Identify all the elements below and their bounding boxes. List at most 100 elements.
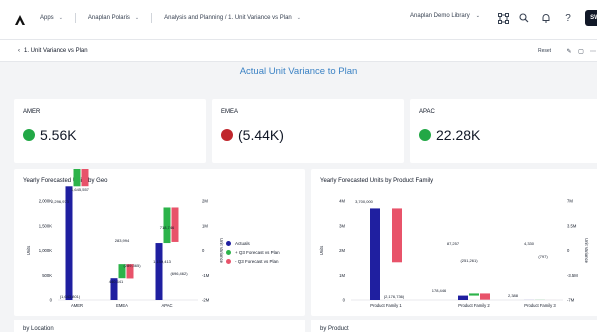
data-label: 2,296,973	[51, 199, 70, 204]
back-link[interactable]: ‹ 1. Unit Variance vs Plan	[18, 48, 88, 54]
page-title: Actual Unit Variance to Plan	[239, 66, 358, 77]
y-tick-label: 0	[343, 298, 346, 303]
data-label: 440,441	[109, 279, 124, 284]
reset-button[interactable]: Reset	[538, 48, 551, 54]
workspace-label: Anaplan Demo Library	[410, 13, 470, 19]
y-tick-label: 1,500K	[39, 223, 52, 228]
y-tick-label: 2M	[339, 248, 345, 253]
kpi-value: 5.56K	[40, 127, 77, 143]
y2-axis-label: Unit Variance	[584, 238, 589, 263]
status-dot	[23, 129, 35, 141]
search-icon[interactable]	[518, 12, 530, 24]
top-navigation-bar: Apps ⌄ Anaplan Polaris ⌄ Analysis and Plan…	[0, 0, 597, 40]
data-label: 1,645,557	[71, 187, 90, 192]
bar-negative-variance	[81, 169, 89, 187]
legend-label: + Q3 Forecast vs Plan	[235, 250, 280, 255]
chart-card-geo: Yearly Forecasted Units by Geo 0 500K 1,00…	[14, 169, 305, 316]
bar-actuals	[458, 295, 468, 300]
y2-tick-label: 3.5M	[567, 223, 577, 228]
kpi-value: 22.28K	[436, 127, 481, 143]
data-label: (1,643,801)	[60, 294, 81, 299]
data-label: (2,176,736)	[384, 294, 405, 299]
data-label: 283,994	[115, 238, 130, 243]
bar-positive-variance	[469, 293, 479, 296]
y2-tick-label: -2M	[202, 298, 210, 303]
data-label: 1,150,413	[153, 259, 172, 264]
breadcrumb[interactable]: Analysis and Planning / 1. Unit Variance…	[164, 15, 301, 21]
chart-title: by Product	[320, 326, 349, 332]
data-label: 3,700,000	[355, 199, 374, 204]
data-label: (797)	[538, 254, 548, 259]
x-tick-label: Product Family 3	[524, 303, 556, 308]
y-axis-label: Units	[319, 246, 324, 256]
bar-actuals	[370, 208, 380, 300]
legend-label: Actuals	[235, 241, 250, 246]
kpi-value: (5.44K)	[238, 127, 284, 143]
x-tick-label: EMEA	[116, 303, 128, 308]
kpi-label: AMER	[23, 109, 41, 115]
chevron-down-icon: ⌄	[475, 13, 480, 19]
y-tick-label: 0	[50, 298, 53, 303]
data-label: 2,388	[508, 293, 519, 298]
workspace-selector[interactable]: Anaplan Demo Library ⌄	[410, 13, 480, 19]
kpi-card-amer: AMER 5.56K	[14, 99, 206, 163]
y-tick-label: 4M	[339, 199, 345, 204]
bar-actuals	[155, 243, 163, 300]
divider	[74, 13, 76, 23]
edit-icon[interactable]: ✎	[565, 47, 573, 55]
y2-tick-label: 0	[202, 248, 205, 253]
data-label: 718,746	[160, 225, 175, 230]
data-label: 178,446	[432, 288, 447, 293]
kpi-card-emea: EMEA (5.44K)	[212, 99, 404, 163]
help-icon[interactable]: ?	[562, 12, 574, 24]
more-icon[interactable]: ⋯	[589, 47, 597, 55]
chart-card-product: by Product	[311, 320, 597, 332]
comment-icon[interactable]: ▢	[577, 47, 585, 55]
legend-item: Actuals	[226, 241, 280, 246]
page-name: 1. Unit Variance vs Plan	[24, 48, 88, 54]
x-tick-label: AMER	[71, 303, 83, 308]
chevron-down-icon: ⌄	[134, 15, 140, 21]
y-axis-label: Units	[26, 246, 31, 256]
breadcrumb-label: Analysis and Planning / 1. Unit Variance…	[164, 15, 292, 21]
chart-title: by Location	[23, 326, 54, 332]
bell-icon[interactable]	[540, 12, 552, 24]
apps-menu[interactable]: Apps ⌄	[40, 15, 63, 21]
y2-tick-label: -7M	[567, 298, 575, 303]
y2-tick-label: 0	[567, 248, 570, 253]
bar-negative-variance	[480, 293, 490, 300]
navigation-icon[interactable]	[497, 12, 509, 24]
page-header: ‹ 1. Unit Variance vs Plan Reset ✎ ▢ ⋯	[0, 40, 597, 62]
legend-label: - Q3 Forecast vs Plan	[235, 259, 279, 264]
chart-card-location: by Location	[14, 320, 305, 332]
polaris-label: Anaplan Polaris	[87, 15, 130, 21]
legend-item: + Q3 Forecast vs Plan	[226, 250, 280, 255]
y-tick-label: 500K	[42, 273, 52, 278]
y2-tick-label: 2M	[202, 199, 208, 204]
kpi-label: APAC	[419, 109, 435, 115]
product-family-chart: 0 1M 2M 3M 4M 7M 3.5M 0 -3.5M -7M Units Unit Varian…	[319, 199, 589, 309]
polaris-menu[interactable]: Anaplan Polaris ⌄	[88, 15, 139, 21]
y2-tick-label: 7M	[567, 199, 573, 204]
kpi-card-apac: APAC 22.28K	[410, 99, 597, 163]
x-tick-label: APAC	[161, 303, 172, 308]
y2-axis-label: Unit Variance	[219, 238, 224, 263]
apps-label: Apps	[40, 15, 54, 21]
legend-swatch	[226, 250, 231, 255]
divider	[151, 13, 153, 23]
status-dot	[221, 129, 233, 141]
x-tick-label: Product Family 1	[370, 303, 402, 308]
chevron-down-icon: ⌄	[296, 15, 301, 21]
chevron-left-icon: ‹	[18, 48, 20, 54]
x-tick-label: Product Family 2	[458, 303, 490, 308]
legend-swatch	[226, 241, 231, 246]
data-label: 87,257	[447, 241, 460, 246]
chevron-down-icon: ⌄	[58, 15, 63, 21]
avatar[interactable]: SW	[585, 10, 597, 26]
y-tick-label: 1M	[339, 273, 345, 278]
data-label: 4,330	[524, 241, 535, 246]
data-label: (696,462)	[170, 271, 188, 276]
status-dot	[419, 129, 431, 141]
y-tick-label: 3M	[339, 223, 345, 228]
anaplan-logo[interactable]	[14, 14, 26, 26]
